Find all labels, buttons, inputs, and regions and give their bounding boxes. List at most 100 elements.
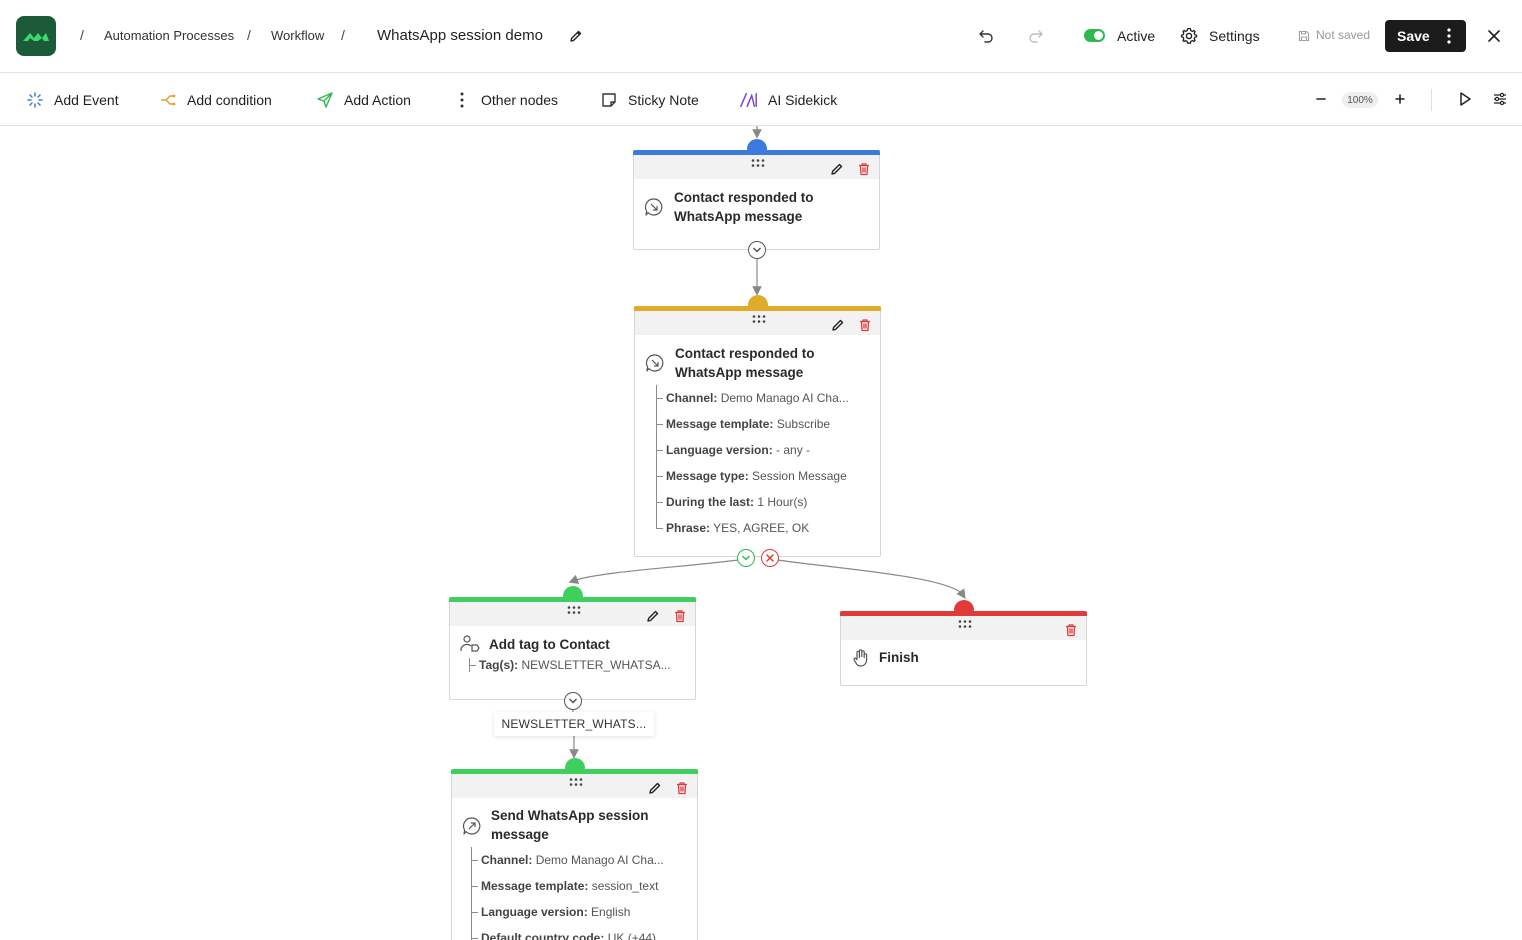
undo-button[interactable] (977, 27, 995, 45)
property-row: Message template: Subscribe (657, 411, 874, 437)
undo-icon (979, 30, 993, 43)
property-row: Channel: Demo Manago AI Cha... (657, 385, 874, 411)
drag-handle-icon[interactable] (750, 158, 766, 168)
sliders-icon (1494, 92, 1506, 106)
property-row: Language version: English (472, 899, 691, 925)
plus-icon (1395, 94, 1405, 104)
page-title: WhatsApp session demo (377, 27, 543, 44)
sticky-note-icon (600, 91, 618, 109)
property-row: During the last: 1 Hour(s) (657, 489, 874, 515)
add-action-label: Add Action (344, 91, 411, 108)
add-tag-node[interactable]: Add tag to Contact Tag(s): NEWSLETTER_WH… (449, 586, 696, 710)
edit-title-button[interactable] (568, 28, 584, 44)
settings-label[interactable]: Settings (1209, 28, 1260, 44)
add-event-label: Add Event (54, 91, 119, 108)
add-action-button[interactable]: Add Action (316, 73, 411, 126)
logo-mark-icon (23, 33, 49, 41)
play-icon (1460, 92, 1471, 106)
event-node-output-port[interactable] (748, 241, 766, 259)
chevron-down-icon (569, 698, 577, 704)
drag-handle-icon[interactable] (751, 314, 767, 324)
edit-node-icon[interactable] (831, 318, 845, 332)
ai-sidekick-label: AI Sidekick (768, 91, 838, 108)
breadcrumb-automation-processes[interactable]: Automation Processes (104, 28, 234, 43)
gear-icon (1180, 27, 1198, 44)
send-session-properties: Channel: Demo Manago AI Cha... Message t… (471, 847, 691, 940)
add-condition-button[interactable]: Add condition (159, 73, 272, 126)
condition-yes-port[interactable] (737, 549, 755, 567)
finish-node[interactable]: Finish (840, 600, 1087, 686)
minus-icon (1316, 98, 1326, 100)
event-node-title-line2: WhatsApp message (674, 209, 803, 224)
whatsapp-icon (645, 354, 664, 372)
top-header: / Automation Processes / Workflow / What… (0, 0, 1522, 73)
event-node[interactable]: Contact responded to WhatsApp message (633, 139, 880, 259)
edge-label[interactable]: NEWSLETTER_WHATS... (494, 712, 654, 736)
edit-node-icon[interactable] (648, 781, 662, 795)
canvas-settings-button[interactable] (1491, 90, 1509, 108)
property-row: Phrase: YES, AGREE, OK (657, 515, 874, 541)
user-tag-icon (460, 635, 480, 652)
save-button-label: Save (1397, 28, 1430, 44)
close-icon (766, 554, 774, 562)
drag-handle-icon[interactable] (568, 777, 584, 787)
whatsapp-icon (644, 198, 663, 216)
save-menu-button[interactable] (1442, 25, 1456, 50)
property-row: Message type: Session Message (657, 463, 874, 489)
more-vertical-icon (1447, 28, 1451, 44)
connector-condition-yes (568, 558, 746, 584)
property-row: Default country code: UK (+44) (472, 925, 691, 940)
add-tag-properties: Tag(s): NEWSLETTER_WHATSA... (469, 658, 689, 672)
delete-node-icon[interactable] (675, 781, 689, 795)
finish-node-title: Finish (879, 650, 919, 665)
other-nodes-label: Other nodes (481, 91, 559, 108)
redo-button[interactable] (1027, 27, 1045, 45)
breadcrumb-workflow[interactable]: Workflow (271, 28, 324, 43)
close-icon (1488, 30, 1500, 42)
condition-node[interactable]: Contact responded to WhatsApp message Ch… (634, 295, 881, 567)
send-icon (316, 91, 334, 109)
add-condition-label: Add condition (187, 91, 272, 108)
delete-node-icon[interactable] (673, 609, 687, 623)
sticky-note-button[interactable]: Sticky Note (600, 73, 699, 126)
send-session-node[interactable]: Send WhatsApp session message Channel: D… (451, 758, 698, 940)
zoom-in-button[interactable] (1392, 91, 1408, 107)
property-row: Message template: session_text (472, 873, 691, 899)
zoom-level: 100% (1342, 92, 1378, 108)
delete-node-icon[interactable] (858, 318, 872, 332)
drag-handle-icon[interactable] (957, 619, 973, 629)
active-toggle[interactable] (1084, 29, 1105, 42)
whatsapp-send-icon (462, 817, 481, 835)
settings-button[interactable] (1180, 27, 1198, 45)
delete-node-icon[interactable] (857, 162, 871, 176)
property-row: Language version: - any - (657, 437, 874, 463)
workflow-canvas[interactable]: Contact responded to WhatsApp message Co… (0, 126, 1522, 940)
sparkle-icon (26, 91, 44, 109)
add-event-button[interactable]: Add Event (26, 73, 119, 126)
ai-sidekick-button[interactable]: AI Sidekick (740, 73, 837, 126)
chevron-down-icon (742, 555, 750, 561)
save-status-text: Not saved (1316, 28, 1371, 42)
pencil-icon (570, 30, 582, 42)
add-tag-node-output-port[interactable] (564, 692, 582, 710)
run-test-button[interactable] (1456, 90, 1474, 108)
node-toolbar: Add Event Add condition Add Action Other… (0, 73, 1522, 126)
property-row: Channel: Demo Manago AI Cha... (472, 847, 691, 873)
breadcrumb-separator: / (247, 27, 251, 43)
more-vertical-icon (453, 91, 471, 109)
edit-node-icon[interactable] (830, 162, 844, 176)
delete-node-icon[interactable] (1064, 623, 1078, 637)
condition-no-port[interactable] (761, 549, 779, 567)
save-status-icon (1297, 29, 1310, 42)
other-nodes-button[interactable]: Other nodes (453, 73, 558, 126)
app-logo[interactable] (16, 16, 56, 56)
close-button[interactable] (1485, 27, 1503, 45)
property-row: Tag(s): NEWSLETTER_WHATSA... (470, 652, 689, 678)
drag-handle-icon[interactable] (566, 605, 582, 615)
zoom-out-button[interactable] (1313, 91, 1329, 107)
save-button[interactable]: Save (1385, 20, 1466, 52)
connector-condition-no (769, 558, 966, 599)
edit-node-icon[interactable] (646, 609, 660, 623)
send-session-node-title-line1: Send WhatsApp session (491, 808, 649, 823)
branch-icon (159, 91, 177, 109)
